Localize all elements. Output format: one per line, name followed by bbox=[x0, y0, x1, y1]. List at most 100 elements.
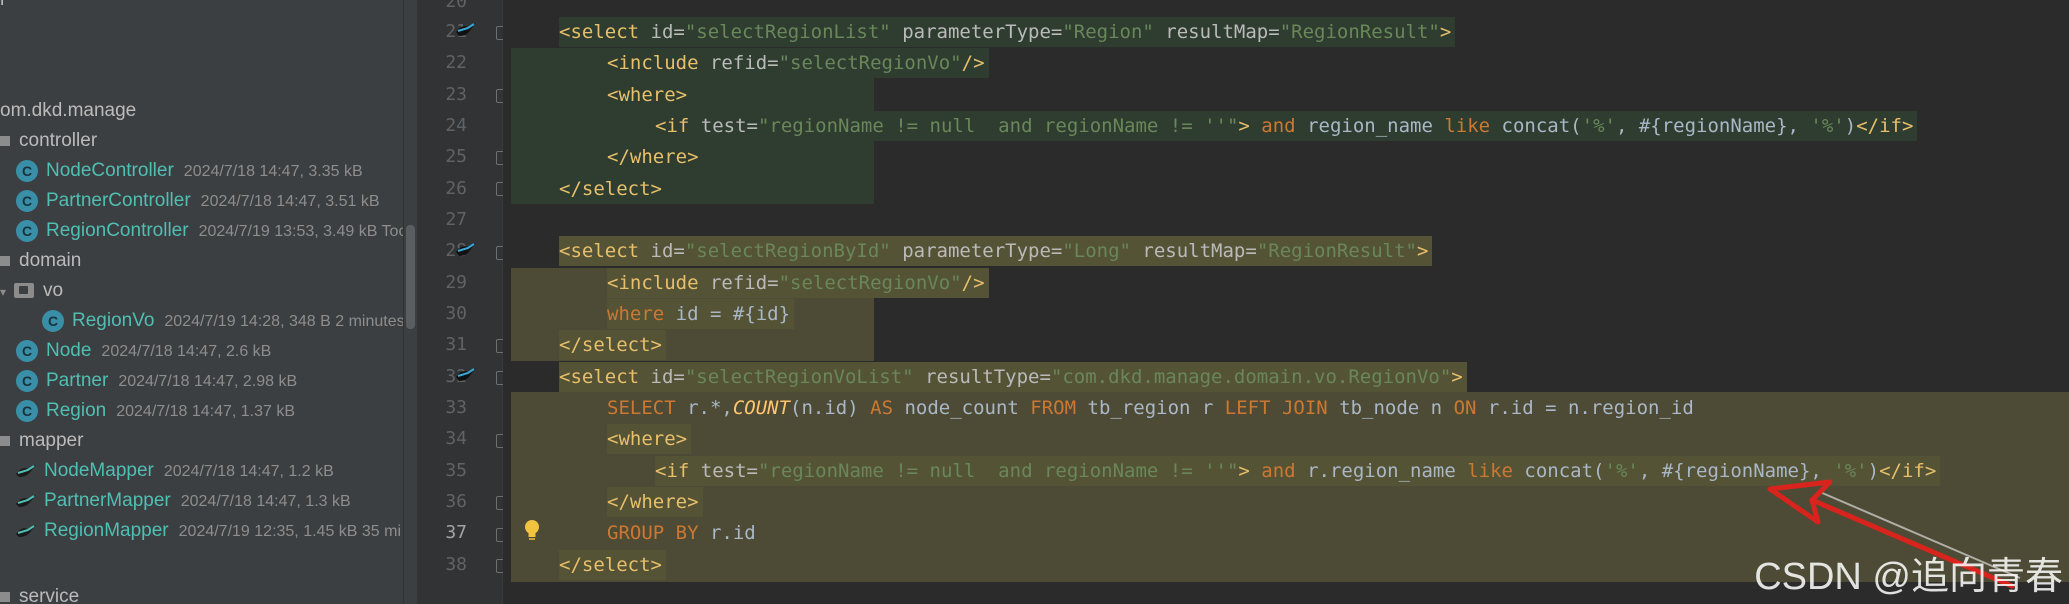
code-line-30: where id = #{id} bbox=[607, 299, 795, 329]
java-class-icon: C bbox=[42, 309, 64, 332]
tree-label: Node bbox=[46, 340, 92, 361]
project-tree: r om.dkd.manage controller C NodeControll… bbox=[0, 0, 403, 604]
mybatis-bird-icon bbox=[16, 494, 36, 507]
file-meta: 2024/7/18 14:47, 2.98 kB bbox=[118, 373, 298, 390]
scrollbar-thumb[interactable] bbox=[406, 225, 415, 329]
line-number: 29 bbox=[445, 272, 467, 293]
code-line-25: </where> bbox=[607, 142, 703, 172]
java-class-icon: C bbox=[16, 159, 38, 182]
line-number: 33 bbox=[445, 397, 467, 418]
tree-row-package[interactable]: om.dkd.manage bbox=[0, 96, 136, 126]
editor-gutter: 20 21 22 23 24 25 26 27 28 29 30 31 32 3… bbox=[417, 0, 510, 604]
tree-row-file[interactable]: RegionMapper 2024/7/19 12:35, 1.45 kB 35 … bbox=[14, 516, 401, 546]
tree-label: om.dkd.manage bbox=[0, 100, 137, 121]
lightbulb-icon[interactable] bbox=[523, 519, 541, 541]
code-line-29: <include refid="selectRegionVo"/> bbox=[607, 268, 989, 298]
mybatis-bird-icon bbox=[16, 464, 36, 477]
code-line-37: GROUP BY r.id bbox=[607, 522, 756, 544]
java-class-icon: C bbox=[16, 339, 38, 362]
line-number: 22 bbox=[445, 52, 467, 73]
code-line-33: SELECT r.*,COUNT(n.id) AS node_count FRO… bbox=[607, 397, 1694, 419]
package-icon bbox=[0, 591, 10, 602]
code-line-26: </select> bbox=[559, 174, 666, 204]
tree-row-clipped: r bbox=[0, 0, 6, 15]
tree-row-file[interactable]: NodeMapper 2024/7/18 14:47, 1.2 kB bbox=[14, 456, 334, 486]
watermark: CSDN @追向青春 bbox=[1754, 556, 2063, 598]
tree-row-file[interactable]: C RegionVo 2024/7/19 14:28, 348 B 2 minute… bbox=[42, 306, 403, 336]
line-number: 25 bbox=[445, 146, 467, 167]
code-line-21: <select id="selectRegionList" parameterT… bbox=[559, 17, 1456, 47]
tree-row-file[interactable]: C PartnerController 2024/7/18 14:47, 3.51 … bbox=[16, 186, 379, 216]
code-line-35: <if test="regionName != null and regionN… bbox=[655, 456, 1941, 486]
java-class-icon: C bbox=[16, 399, 38, 422]
tree-row-file[interactable]: C Region 2024/7/18 14:47, 1.37 kB bbox=[16, 396, 295, 426]
package-icon bbox=[0, 255, 10, 266]
tree-label: RegionController bbox=[46, 220, 189, 241]
code-line-22: <include refid="selectRegionVo"/> bbox=[607, 48, 989, 78]
tree-row-file[interactable]: C Partner 2024/7/18 14:47, 2.98 kB bbox=[16, 366, 297, 396]
tree-row-controller[interactable]: controller bbox=[0, 126, 97, 156]
tree-label: RegionMapper bbox=[44, 520, 169, 541]
tree-label: NodeController bbox=[46, 160, 174, 181]
folder-icon bbox=[14, 283, 34, 299]
package-icon bbox=[0, 135, 10, 146]
code-line-38: </select> bbox=[559, 550, 666, 580]
line-number: 38 bbox=[445, 554, 467, 575]
tree-label: Partner bbox=[46, 370, 109, 391]
code-line-24: <if test="regionName != null and regionN… bbox=[655, 111, 1918, 141]
line-number: 20 bbox=[445, 0, 467, 12]
java-class-icon: C bbox=[16, 369, 38, 392]
file-meta: 2024/7/18 14:47, 1.2 kB bbox=[163, 463, 334, 480]
tree-label: Region bbox=[46, 400, 107, 421]
tree-label: domain bbox=[19, 250, 82, 271]
file-meta: 2024/7/18 14:47, 3.51 kB bbox=[200, 193, 380, 210]
tree-row-file[interactable]: PartnerMapper 2024/7/18 14:47, 1.3 kB bbox=[14, 486, 351, 516]
tree-label: PartnerMapper bbox=[44, 490, 171, 511]
mybatis-navigate-icon[interactable] bbox=[455, 367, 477, 383]
mybatis-bird-icon bbox=[16, 524, 36, 537]
file-meta: 2024/7/18 14:47, 2.6 kB bbox=[101, 343, 272, 360]
file-meta: 2024/7/19 14:28, 348 B 2 minutes bbox=[164, 313, 403, 330]
package-icon bbox=[0, 435, 10, 446]
line-number: 23 bbox=[445, 84, 467, 105]
file-meta: 2024/7/18 14:47, 1.3 kB bbox=[180, 493, 351, 510]
tree-row-mapper[interactable]: mapper bbox=[0, 426, 83, 456]
chevron-down-icon[interactable]: ▾ bbox=[0, 277, 10, 307]
file-meta: 2024/7/19 12:35, 1.45 kB 35 mi bbox=[178, 523, 402, 540]
tree-label: NodeMapper bbox=[44, 460, 154, 481]
java-class-icon: C bbox=[16, 219, 38, 242]
code-line-23: <where> bbox=[607, 80, 692, 110]
tree-row-file[interactable]: C NodeController 2024/7/18 14:47, 3.35 kB bbox=[16, 156, 363, 186]
tree-scrollbar[interactable] bbox=[403, 0, 417, 604]
code-line-31: </select> bbox=[559, 330, 666, 360]
line-number: 26 bbox=[445, 178, 467, 199]
line-number: 27 bbox=[445, 209, 467, 230]
mybatis-navigate-icon[interactable] bbox=[455, 242, 477, 258]
line-number: 35 bbox=[445, 460, 467, 481]
tree-label: controller bbox=[19, 130, 98, 151]
tree-row-file[interactable]: C RegionController 2024/7/19 13:53, 3.49 k… bbox=[16, 216, 403, 246]
tree-label: RegionVo bbox=[72, 310, 155, 331]
tree-row-domain[interactable]: domain bbox=[0, 246, 81, 276]
file-meta: 2024/7/18 14:47, 3.35 kB bbox=[183, 163, 363, 180]
code-editor[interactable]: <select id="selectRegionList" parameterT… bbox=[503, 0, 2069, 604]
java-class-icon: C bbox=[16, 189, 38, 212]
tree-row-vo[interactable]: ▾ vo bbox=[0, 276, 63, 306]
file-meta: 2024/7/19 13:53, 3.49 kB Toc bbox=[198, 223, 403, 240]
tree-label: mapper bbox=[19, 430, 84, 451]
line-number: 31 bbox=[445, 334, 467, 355]
code-line-34: <where> bbox=[607, 424, 692, 454]
tree-row-file[interactable]: C Node 2024/7/18 14:47, 2.6 kB bbox=[16, 336, 271, 366]
tree-label: vo bbox=[43, 280, 64, 301]
mybatis-navigate-icon[interactable] bbox=[455, 22, 477, 38]
code-line-36: </where> bbox=[607, 487, 703, 517]
file-meta: 2024/7/18 14:47, 1.37 kB bbox=[116, 403, 296, 420]
line-number: 34 bbox=[445, 428, 467, 449]
code-line-28: <select id="selectRegionById" parameterT… bbox=[559, 236, 1433, 266]
code-line-32: <select id="selectRegionVoList" resultTy… bbox=[559, 362, 1467, 392]
tree-label: PartnerController bbox=[46, 190, 191, 211]
tree-row-service[interactable]: service bbox=[0, 582, 79, 604]
line-number: 36 bbox=[445, 491, 467, 512]
line-number: 30 bbox=[445, 303, 467, 324]
tree-label: service bbox=[19, 586, 80, 604]
